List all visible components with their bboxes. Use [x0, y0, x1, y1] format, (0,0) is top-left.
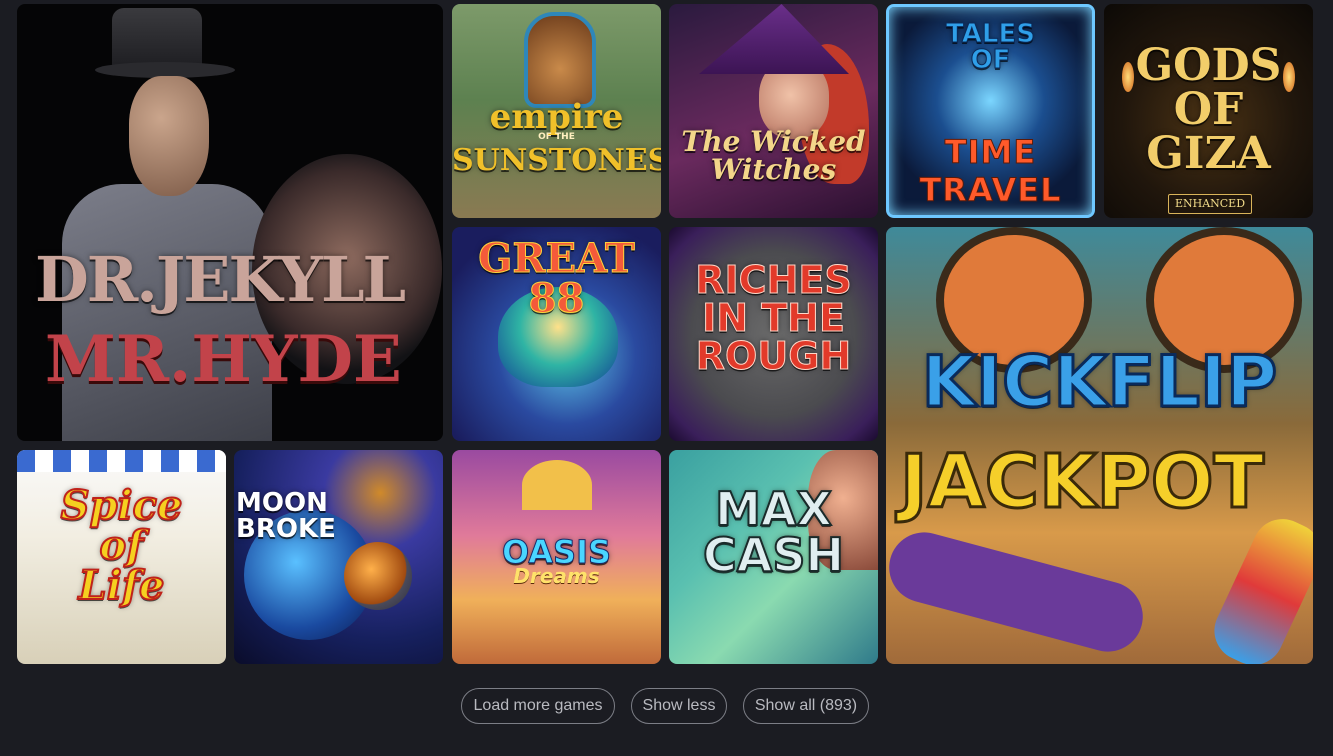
- game-title-secondary: TIME TRAVEL: [919, 133, 1062, 210]
- show-less-button[interactable]: Show less: [631, 688, 727, 724]
- game-tile-great-88[interactable]: GREAT 88: [452, 227, 661, 441]
- game-title-secondary: JACKPOT: [899, 438, 1266, 527]
- game-tile-oasis-dreams[interactable]: OASIS Dreams: [452, 450, 661, 664]
- game-title: DR.JEKYLL: [35, 243, 406, 316]
- game-title: GREAT 88: [478, 235, 636, 322]
- game-title: TALES OF: [946, 19, 1036, 75]
- game-tile-dr-jekyll-mr-hyde[interactable]: DR.JEKYLL MR.HYDE: [17, 4, 443, 441]
- game-title: empire: [489, 97, 624, 137]
- game-title-secondary: Dreams: [513, 564, 600, 588]
- game-tile-empire-of-the-sunstones[interactable]: empire OF THE SUNSTONES: [452, 4, 661, 218]
- game-title-connector: OF THE: [538, 132, 575, 142]
- game-grid: DR.JEKYLL MR.HYDE empire OF THE SUNSTONE…: [0, 0, 1333, 670]
- show-all-button[interactable]: Show all (893): [743, 688, 869, 724]
- game-tile-moon-broke[interactable]: MOON BROKE: [234, 450, 443, 664]
- game-tile-the-wicked-witches[interactable]: The Wicked Witches: [669, 4, 878, 218]
- game-tile-gods-of-giza-enhanced[interactable]: GODS OF GIZA ENHANCED: [1104, 4, 1313, 218]
- game-tile-riches-in-the-rough[interactable]: RICHES IN THE ROUGH: [669, 227, 878, 441]
- enhanced-badge: ENHANCED: [1168, 194, 1252, 214]
- game-title: RICHES IN THE ROUGH: [695, 258, 852, 378]
- game-title-secondary: SUNSTONES: [452, 143, 661, 178]
- game-title-secondary: MR.HYDE: [45, 322, 402, 397]
- game-tile-spice-of-life[interactable]: Spice of Life: [17, 450, 226, 664]
- game-title: KICKFLIP: [920, 341, 1279, 423]
- game-artwork: [234, 450, 443, 664]
- game-title: Spice of Life: [60, 482, 184, 609]
- game-title: GODS OF GIZA: [1135, 40, 1282, 179]
- game-title: The Wicked Witches: [681, 125, 866, 186]
- game-tile-kickflip-jackpot[interactable]: KICKFLIP JACKPOT: [886, 227, 1313, 664]
- load-more-games-button[interactable]: Load more games: [461, 688, 615, 724]
- game-title: MOON BROKE: [236, 488, 336, 544]
- game-tile-max-cash[interactable]: MAX CASH: [669, 450, 878, 664]
- game-tile-tales-of-time-travel[interactable]: TALES OF TIME TRAVEL: [886, 4, 1095, 218]
- game-title: MAX CASH: [702, 482, 845, 582]
